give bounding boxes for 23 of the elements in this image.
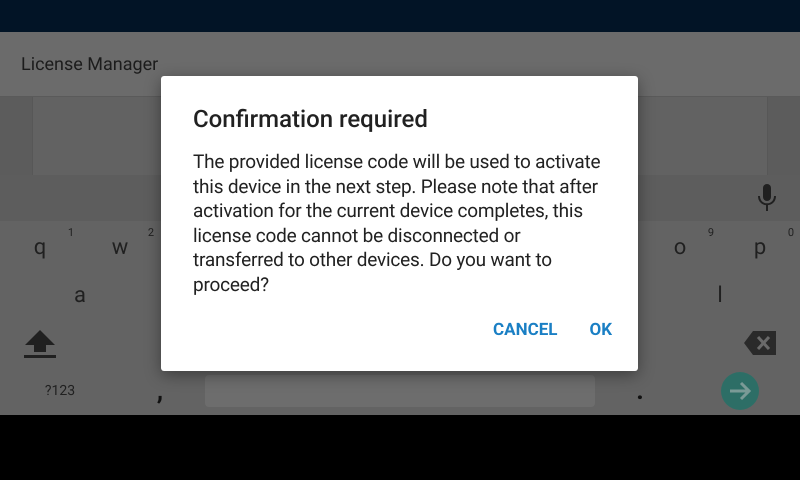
enter-button[interactable]	[721, 372, 759, 410]
dialog-button[interactable]: OK	[579, 312, 622, 349]
dialog-button[interactable]: CANCEL	[483, 312, 568, 349]
key-label[interactable]: l	[717, 278, 723, 312]
key-label[interactable]: w	[112, 230, 128, 264]
key-hint: 0	[788, 225, 794, 241]
key-hint: 1	[68, 225, 74, 241]
key-label[interactable]: a	[74, 278, 86, 312]
dialog-title: Confirmation required	[193, 104, 429, 134]
space-bar[interactable]	[205, 375, 595, 407]
key-hint: 9	[708, 225, 714, 241]
key-label[interactable]: ,	[156, 372, 164, 410]
app-title: License Manager	[21, 52, 158, 76]
key-label[interactable]: p	[754, 230, 766, 264]
key-hint: 2	[148, 225, 154, 241]
key-label[interactable]: q	[34, 230, 46, 264]
symbols-key[interactable]: ?123	[44, 380, 76, 402]
key-label[interactable]: .	[636, 372, 644, 410]
shift-icon[interactable]	[23, 328, 57, 358]
key-label[interactable]: o	[674, 230, 686, 264]
dialog-message: The provided license code will be used to activate this device in the next step. Please note that after activation for the current device completes, this license code cannot be disconnected or transferred to other devices. Do you want to proceed?	[193, 150, 602, 297]
microphone-icon[interactable]	[758, 184, 776, 212]
backspace-icon[interactable]	[743, 330, 777, 356]
